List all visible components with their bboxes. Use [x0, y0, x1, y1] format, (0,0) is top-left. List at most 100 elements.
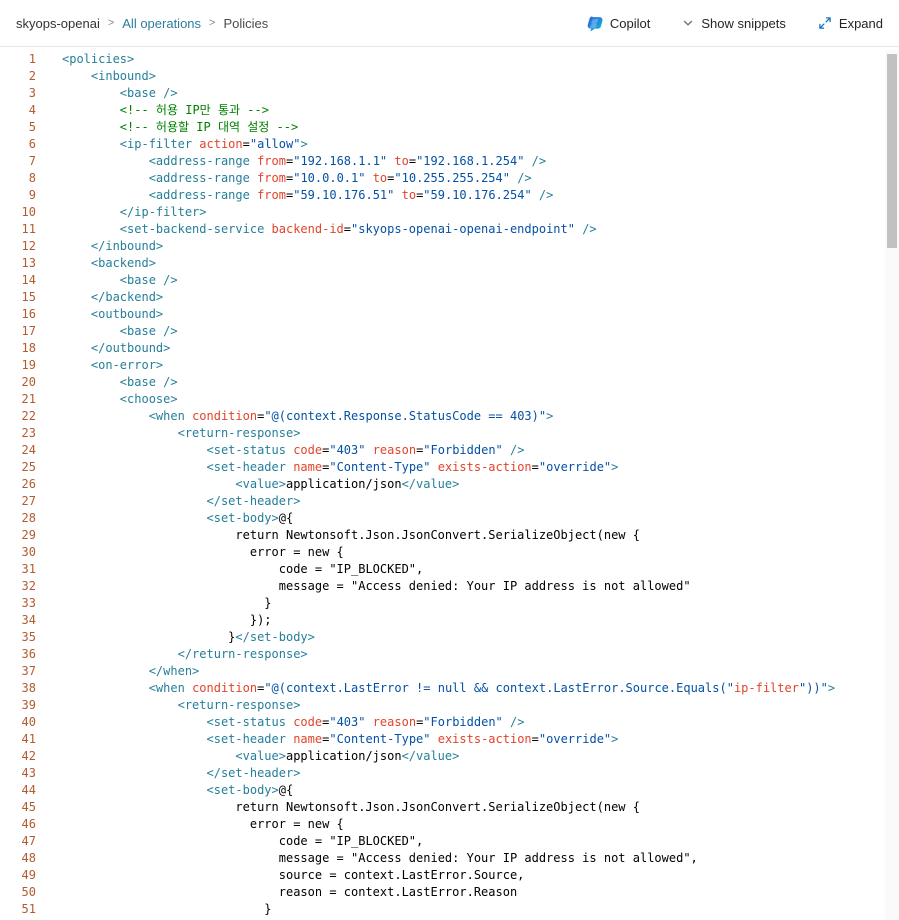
code-line-content[interactable]: <!-- 허용할 IP 대역 설정 -->	[36, 119, 298, 136]
code-line[interactable]: 33 }	[0, 595, 899, 612]
line-number[interactable]: 2	[0, 68, 36, 85]
code-line-content[interactable]: <set-status code="403" reason="Forbidden…	[36, 714, 524, 731]
code-line[interactable]: 39 <return-response>	[0, 697, 899, 714]
code-line[interactable]: 49 source = context.LastError.Source,	[0, 867, 899, 884]
line-number[interactable]: 51	[0, 901, 36, 918]
code-line-content[interactable]: <inbound>	[36, 68, 156, 85]
code-line[interactable]: 32 message = "Access denied: Your IP add…	[0, 578, 899, 595]
code-line-content[interactable]: source = context.LastError.Source,	[36, 867, 524, 884]
code-line-content[interactable]: <address-range from="59.10.176.51" to="5…	[36, 187, 553, 204]
code-line-content[interactable]: <return-response>	[36, 697, 300, 714]
code-line-content[interactable]: <when condition="@(context.LastError != …	[36, 680, 835, 697]
line-number[interactable]: 42	[0, 748, 36, 765]
code-line[interactable]: 42 <value>application/json</value>	[0, 748, 899, 765]
code-line-content[interactable]: error = new {	[36, 816, 344, 833]
code-line[interactable]: 12 </inbound>	[0, 238, 899, 255]
line-number[interactable]: 19	[0, 357, 36, 374]
code-line[interactable]: 10 </ip-filter>	[0, 204, 899, 221]
line-number[interactable]: 5	[0, 119, 36, 136]
code-line[interactable]: 14 <base />	[0, 272, 899, 289]
line-number[interactable]: 36	[0, 646, 36, 663]
breadcrumb-item-all-operations[interactable]: All operations	[122, 16, 201, 31]
code-line[interactable]: 47 code = "IP_BLOCKED",	[0, 833, 899, 850]
line-number[interactable]: 11	[0, 221, 36, 238]
code-line[interactable]: 25 <set-header name="Content-Type" exist…	[0, 459, 899, 476]
line-number[interactable]: 9	[0, 187, 36, 204]
code-line-content[interactable]: </set-header>	[36, 765, 300, 782]
scrollbar-thumb[interactable]	[887, 54, 897, 248]
code-line[interactable]: 6 <ip-filter action="allow">	[0, 136, 899, 153]
line-number[interactable]: 38	[0, 680, 36, 697]
code-line[interactable]: 35 }</set-body>	[0, 629, 899, 646]
code-line-content[interactable]: <set-body>@{	[36, 510, 293, 527]
code-line-content[interactable]: <value>application/json</value>	[36, 476, 459, 493]
code-line[interactable]: 36 </return-response>	[0, 646, 899, 663]
code-line-content[interactable]: code = "IP_BLOCKED",	[36, 561, 423, 578]
code-line-content[interactable]: });	[36, 612, 272, 629]
code-line[interactable]: 1<policies>	[0, 51, 899, 68]
code-line[interactable]: 17 <base />	[0, 323, 899, 340]
code-area[interactable]: 1<policies>2 <inbound>3 <base /> 4 <!-- 허…	[0, 51, 899, 918]
line-number[interactable]: 26	[0, 476, 36, 493]
code-line[interactable]: 45 return Newtonsoft.Json.JsonConvert.Se…	[0, 799, 899, 816]
code-line[interactable]: 23 <return-response>	[0, 425, 899, 442]
line-number[interactable]: 3	[0, 85, 36, 102]
code-line[interactable]: 26 <value>application/json</value>	[0, 476, 899, 493]
code-line-content[interactable]: <return-response>	[36, 425, 300, 442]
line-number[interactable]: 14	[0, 272, 36, 289]
line-number[interactable]: 27	[0, 493, 36, 510]
code-line[interactable]: 4 <!-- 허용 IP만 통과 -->	[0, 102, 899, 119]
code-line[interactable]: 8 <address-range from="10.0.0.1" to="10.…	[0, 170, 899, 187]
line-number[interactable]: 35	[0, 629, 36, 646]
line-number[interactable]: 48	[0, 850, 36, 867]
line-number[interactable]: 47	[0, 833, 36, 850]
code-line-content[interactable]: <choose>	[36, 391, 178, 408]
code-line[interactable]: 51 }	[0, 901, 899, 918]
code-line[interactable]: 15 </backend>	[0, 289, 899, 306]
code-line-content[interactable]: <backend>	[36, 255, 156, 272]
code-line[interactable]: 13 <backend>	[0, 255, 899, 272]
code-line-content[interactable]: </inbound>	[36, 238, 163, 255]
line-number[interactable]: 17	[0, 323, 36, 340]
line-number[interactable]: 31	[0, 561, 36, 578]
line-number[interactable]: 13	[0, 255, 36, 272]
code-line[interactable]: 9 <address-range from="59.10.176.51" to=…	[0, 187, 899, 204]
code-line[interactable]: 41 <set-header name="Content-Type" exist…	[0, 731, 899, 748]
code-line-content[interactable]: </return-response>	[36, 646, 308, 663]
line-number[interactable]: 32	[0, 578, 36, 595]
code-line-content[interactable]: code = "IP_BLOCKED",	[36, 833, 423, 850]
code-line-content[interactable]: <address-range from="10.0.0.1" to="10.25…	[36, 170, 532, 187]
code-line-content[interactable]: <ip-filter action="allow">	[36, 136, 308, 153]
code-line[interactable]: 2 <inbound>	[0, 68, 899, 85]
line-number[interactable]: 21	[0, 391, 36, 408]
code-line-content[interactable]: <base />	[36, 374, 178, 391]
code-line-content[interactable]: reason = context.LastError.Reason	[36, 884, 517, 901]
code-line-content[interactable]: <policies>	[36, 51, 134, 68]
line-number[interactable]: 10	[0, 204, 36, 221]
line-number[interactable]: 39	[0, 697, 36, 714]
code-line[interactable]: 46 error = new {	[0, 816, 899, 833]
line-number[interactable]: 8	[0, 170, 36, 187]
code-line-content[interactable]: error = new {	[36, 544, 344, 561]
code-line-content[interactable]: <set-body>@{	[36, 782, 293, 799]
line-number[interactable]: 49	[0, 867, 36, 884]
code-line[interactable]: 11 <set-backend-service backend-id="skyo…	[0, 221, 899, 238]
code-line-content[interactable]: </ip-filter>	[36, 204, 207, 221]
code-line-content[interactable]: </outbound>	[36, 340, 170, 357]
breadcrumb-item-api-name[interactable]: skyops-openai	[16, 16, 100, 31]
code-line-content[interactable]: </set-header>	[36, 493, 300, 510]
code-line-content[interactable]: message = "Access denied: Your IP addres…	[36, 850, 698, 867]
code-line[interactable]: 37 </when>	[0, 663, 899, 680]
code-line-content[interactable]: <on-error>	[36, 357, 163, 374]
show-snippets-button[interactable]: Show snippets	[680, 12, 788, 35]
code-line-content[interactable]: <base />	[36, 323, 178, 340]
line-number[interactable]: 46	[0, 816, 36, 833]
vertical-scrollbar[interactable]	[885, 50, 899, 920]
code-line[interactable]: 31 code = "IP_BLOCKED",	[0, 561, 899, 578]
code-line-content[interactable]: <set-status code="403" reason="Forbidden…	[36, 442, 524, 459]
line-number[interactable]: 33	[0, 595, 36, 612]
line-number[interactable]: 40	[0, 714, 36, 731]
code-line[interactable]: 30 error = new {	[0, 544, 899, 561]
code-line[interactable]: 28 <set-body>@{	[0, 510, 899, 527]
code-line[interactable]: 34 });	[0, 612, 899, 629]
